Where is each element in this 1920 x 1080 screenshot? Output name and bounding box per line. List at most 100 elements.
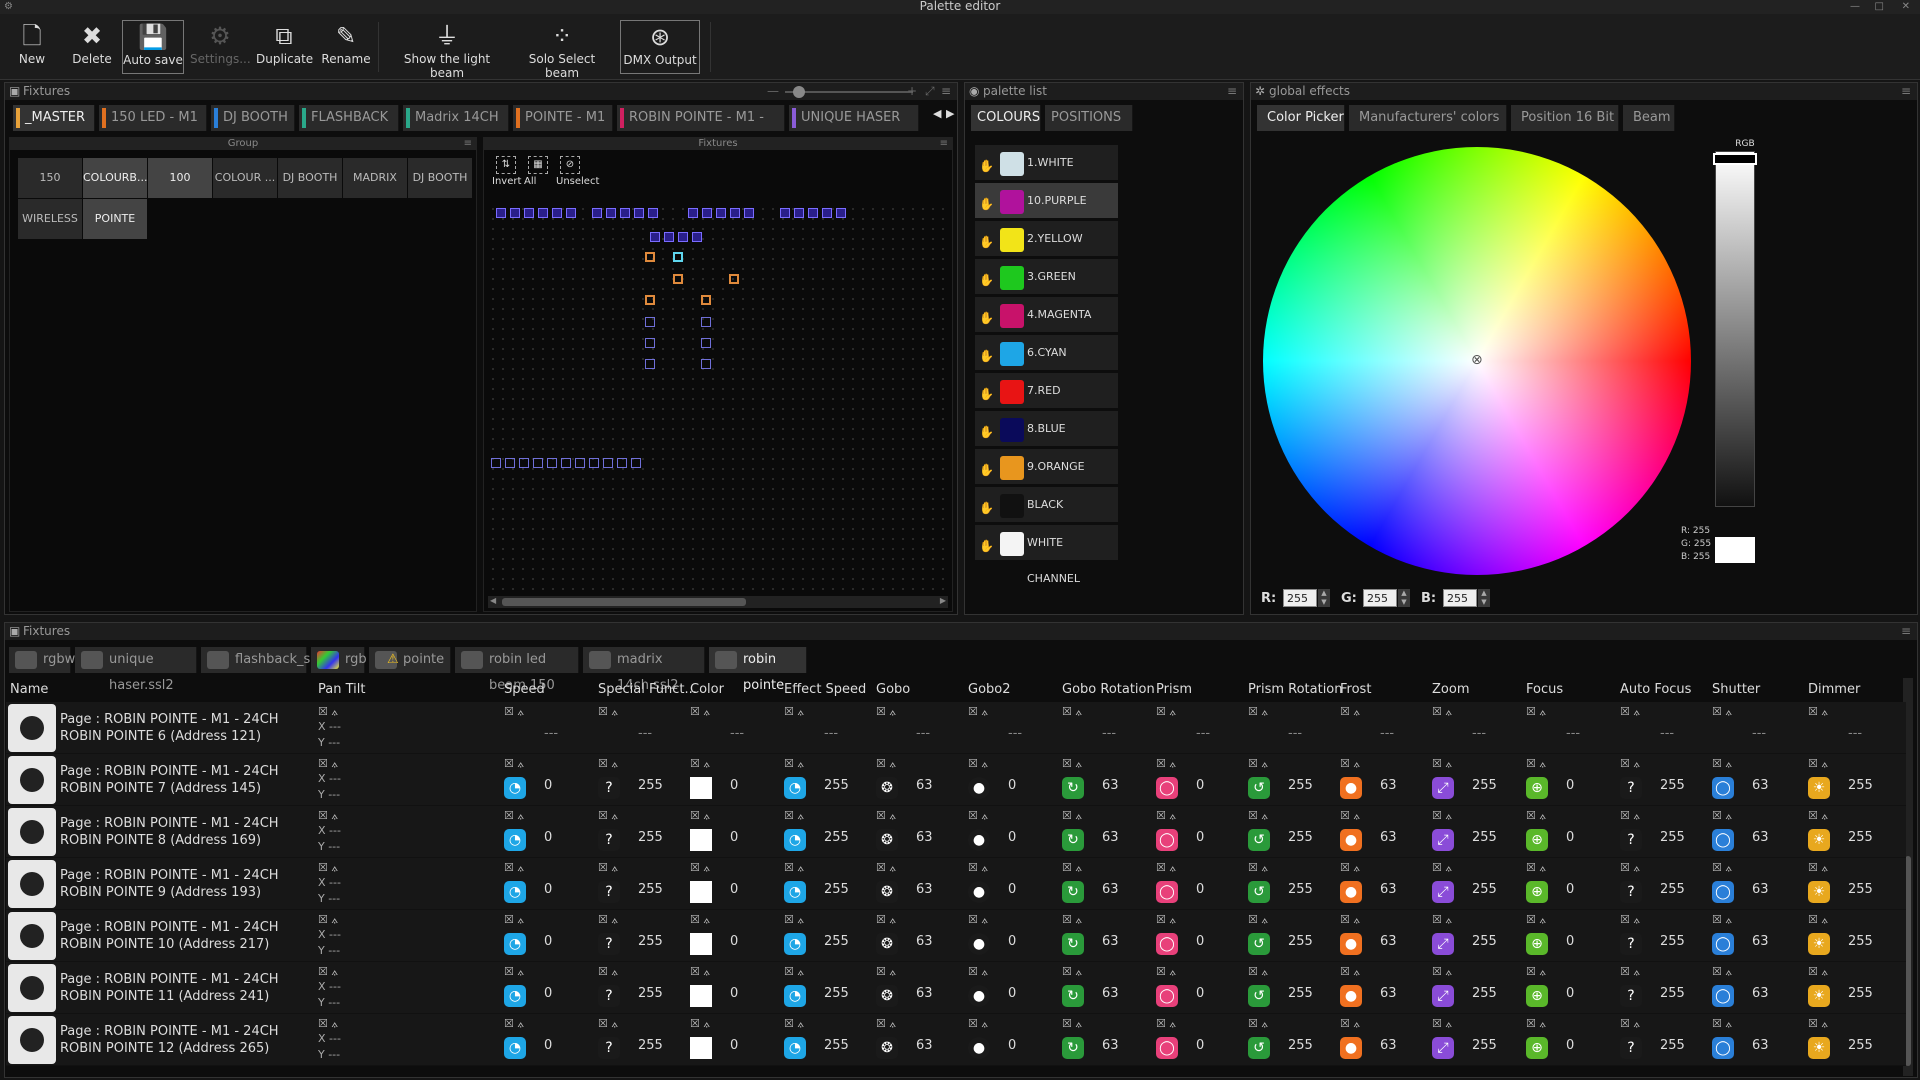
channel-controls[interactable]: ☒ ⟑ <box>598 965 618 979</box>
palette-item[interactable]: ✋ 7.RED <box>975 373 1118 409</box>
channel-controls[interactable]: ☒ ⟑ <box>1712 757 1732 771</box>
prism-cell[interactable]: ☒ ⟑ --- <box>1156 702 1246 754</box>
gobo2-icon[interactable]: ● <box>968 933 990 955</box>
fixture-layout-hscrollbar[interactable]: ◀ ▶ <box>488 596 948 608</box>
prism-rotation-icon[interactable]: ↺ <box>1248 985 1270 1007</box>
color-cell[interactable]: ☒ ⟑ --- <box>690 702 780 754</box>
shutter-icon[interactable]: ◯ <box>1712 1037 1734 1059</box>
focus-icon[interactable]: ⊕ <box>1526 829 1548 851</box>
fixture-marker[interactable] <box>648 208 658 218</box>
tab-scroll-left-icon[interactable]: ◀ <box>933 107 941 120</box>
shutter-icon[interactable]: ◯ <box>1712 985 1734 1007</box>
gobo2-icon[interactable]: ● <box>968 777 990 799</box>
channel-controls[interactable]: ☒ ⟑ <box>1432 913 1452 927</box>
channel-controls[interactable]: ☒ ⟑ <box>690 965 710 979</box>
speed-cell[interactable]: ☒ ⟑ ◔ 0 <box>504 1014 594 1066</box>
channel-controls[interactable]: ☒ ⟑ <box>690 913 710 927</box>
channel-controls[interactable]: ☒ ⟑ <box>690 1017 710 1031</box>
fixture-marker[interactable] <box>603 458 613 468</box>
fixture-marker[interactable] <box>645 317 655 327</box>
toolbar-new-button[interactable]: 🗋 New <box>10 20 54 74</box>
fixture-page-tab[interactable]: DJ BOOTH <box>211 105 295 131</box>
profile-tab[interactable]: ⚠ pointe <box>369 647 451 673</box>
speed-icon[interactable]: ◔ <box>504 1037 526 1059</box>
channel-controls[interactable]: ☒ ⟑ <box>1432 1017 1452 1031</box>
channel-controls[interactable]: ☒ ⟑ <box>1526 913 1546 927</box>
column-header-frost[interactable]: Frost <box>1340 682 1371 697</box>
dimmer-icon[interactable]: ☀ <box>1808 829 1830 851</box>
global-effects-tab[interactable]: Position 16 Bit <box>1511 105 1619 131</box>
fixture-marker[interactable] <box>678 232 688 242</box>
effect-speed-icon[interactable]: ◔ <box>784 1037 806 1059</box>
fixture-marker[interactable] <box>702 208 712 218</box>
channel-controls[interactable]: ☒ ⟑ <box>504 809 524 823</box>
channel-controls[interactable]: ☒ ⟑ <box>504 913 524 927</box>
profile-tab[interactable]: rgb <box>311 647 367 673</box>
maximize-button[interactable]: □ <box>1875 0 1884 13</box>
channel-controls[interactable]: ☒ ⟑ <box>1248 913 1268 927</box>
fixture-marker[interactable] <box>645 338 655 348</box>
palette-list-menu-icon[interactable]: ≡ <box>1227 83 1237 100</box>
fixture-marker[interactable] <box>592 208 602 218</box>
prism-cell[interactable]: ☒ ⟑ ◯ 0 <box>1156 754 1246 806</box>
channel-controls[interactable]: ☒ ⟑ <box>1062 809 1082 823</box>
speed-icon[interactable]: ◔ <box>504 985 526 1007</box>
special-cell[interactable]: ☒ ⟑? 255 <box>598 1014 688 1066</box>
gobo-icon[interactable]: ❂ <box>876 829 898 851</box>
frost-icon[interactable]: ● <box>1340 985 1362 1007</box>
global-effects-menu-icon[interactable]: ≡ <box>1901 83 1911 100</box>
auto-focus-cell[interactable]: ☒ ⟑? 255 <box>1620 910 1710 962</box>
speed-cell[interactable]: ☒ ⟑ ◔ 0 <box>504 754 594 806</box>
channel-controls[interactable]: ☒ ⟑ <box>1432 809 1452 823</box>
profile-tab[interactable]: madrix 14ch.ssl2 <box>583 647 705 693</box>
channel-controls[interactable]: ☒ ⟑ <box>1062 705 1082 719</box>
global-effects-tab[interactable]: Color Picker <box>1257 105 1345 131</box>
channel-controls[interactable]: ☒ ⟑ <box>876 861 896 875</box>
auto-focus-cell[interactable]: ☒ ⟑? 255 <box>1620 806 1710 858</box>
channel-controls[interactable]: ☒ ⟑ <box>968 1017 988 1031</box>
rgb-input-r[interactable]: 255 <box>1283 589 1317 607</box>
shutter-cell[interactable]: ☒ ⟑ ◯ 63 <box>1712 962 1802 1014</box>
prism-icon[interactable]: ◯ <box>1156 933 1178 955</box>
table-row[interactable]: Page : ROBIN POINTE - M1 - 24CH ROBIN POI… <box>6 858 1906 910</box>
channel-controls[interactable]: ☒ ⟑ <box>784 757 804 771</box>
color-cell[interactable]: ☒ ⟑ 0 <box>690 858 780 910</box>
channel-controls[interactable]: ☒ ⟑ <box>598 913 618 927</box>
rgb-slider-handle[interactable] <box>1713 153 1757 165</box>
column-header-gobo2[interactable]: Gobo2 <box>968 682 1011 697</box>
zoom-icon[interactable]: ⤢ <box>1432 933 1454 955</box>
focus-icon[interactable]: ⊕ <box>1526 933 1548 955</box>
channel-controls[interactable]: ☒ ⟑ <box>318 1017 338 1031</box>
fixture-marker[interactable] <box>538 208 548 218</box>
frost-cell[interactable]: ☒ ⟑ ● 63 <box>1340 754 1430 806</box>
fixture-marker[interactable] <box>664 232 674 242</box>
speed-icon[interactable]: ◔ <box>504 829 526 851</box>
channel-controls[interactable]: ☒ ⟑ <box>968 809 988 823</box>
dimmer-cell[interactable]: ☒ ⟑ ☀ 255 <box>1808 806 1898 858</box>
rgb-input-spinner[interactable]: ▲ ▼ <box>1478 589 1490 607</box>
channel-controls[interactable]: ☒ ⟑ <box>318 913 338 927</box>
fixture-marker[interactable] <box>645 359 655 369</box>
zoom-cell[interactable]: ☒ ⟑ ⤢ 255 <box>1432 962 1522 1014</box>
zoom-icon[interactable]: ⤢ <box>1432 985 1454 1007</box>
channel-controls[interactable]: ☒ ⟑ <box>968 861 988 875</box>
group-button[interactable]: WIRELESS <box>18 199 82 239</box>
channel-controls[interactable]: ☒ ⟑ <box>1062 757 1082 771</box>
channel-controls[interactable]: ☒ ⟑ <box>876 1017 896 1031</box>
palette-item[interactable]: ✋ 1.WHITE <box>975 145 1118 181</box>
fixture-marker[interactable] <box>566 208 576 218</box>
group-button[interactable]: MADRIX <box>343 158 407 198</box>
table-row[interactable]: Page : ROBIN POINTE - M1 - 24CH ROBIN POI… <box>6 806 1906 858</box>
dimmer-icon[interactable]: ☀ <box>1808 985 1830 1007</box>
group-button[interactable]: 100 <box>148 158 212 198</box>
question-icon[interactable]: ? <box>1620 881 1642 903</box>
shutter-cell[interactable]: ☒ ⟑ --- <box>1712 702 1802 754</box>
palette-item[interactable]: ✋ 6.CYAN <box>975 335 1118 371</box>
fixtures-table-menu-icon[interactable]: ≡ <box>1901 623 1911 640</box>
question-icon[interactable]: ? <box>598 985 620 1007</box>
column-header-focus[interactable]: Focus <box>1526 682 1563 697</box>
color-swatch-icon[interactable] <box>690 829 712 851</box>
profile-tab[interactable]: robin led beam 150 <box>455 647 579 693</box>
gobo-cell[interactable]: ☒ ⟑ ❂ 63 <box>876 910 966 962</box>
frost-icon[interactable]: ● <box>1340 829 1362 851</box>
